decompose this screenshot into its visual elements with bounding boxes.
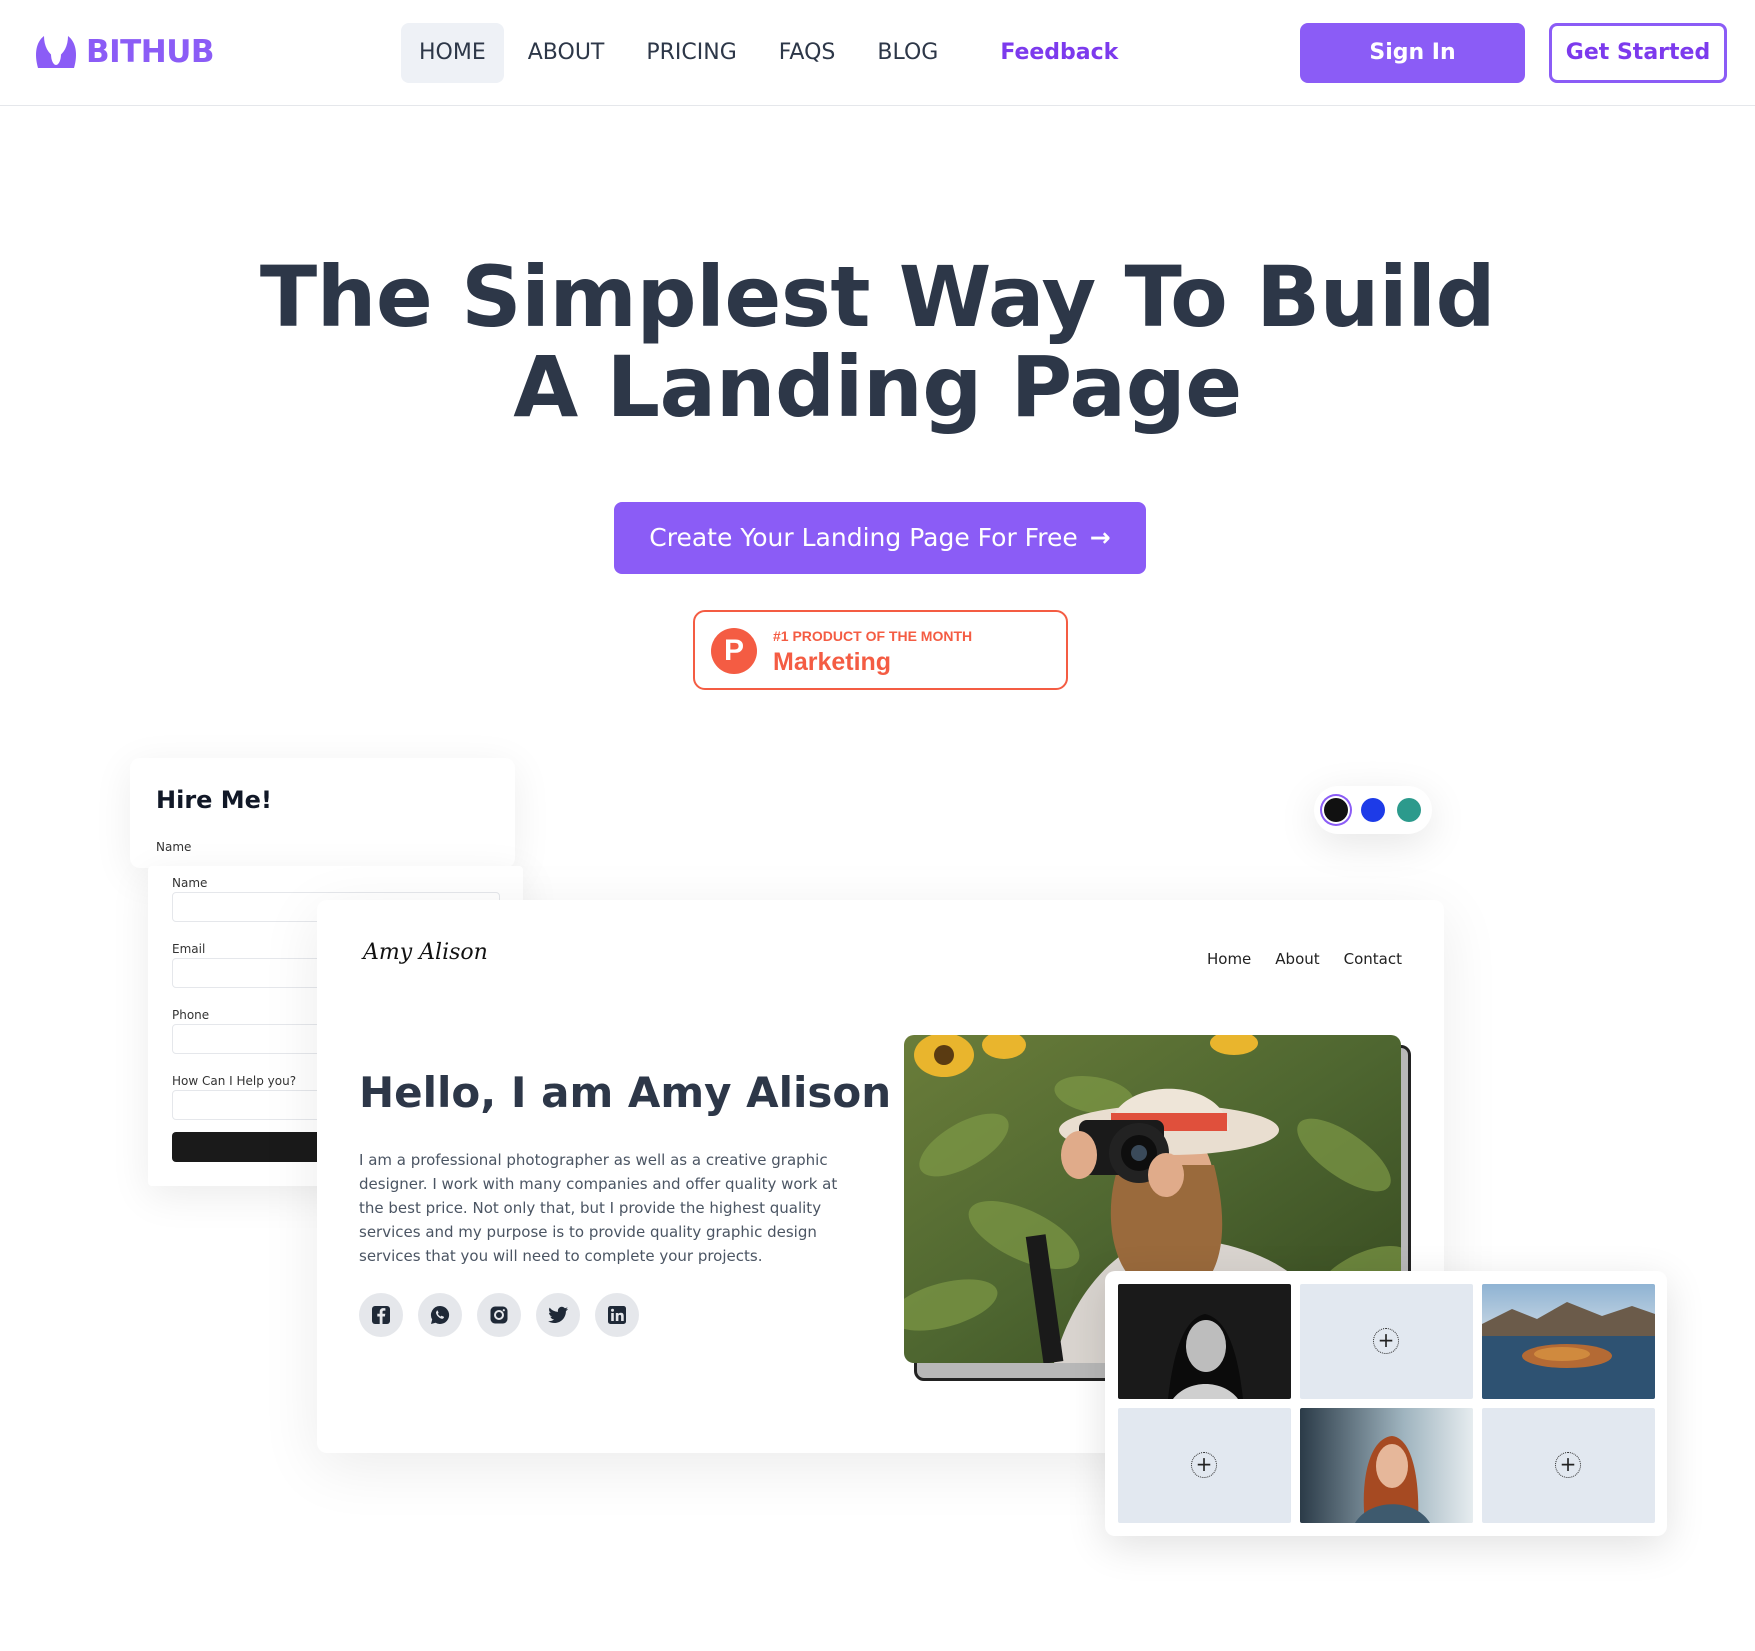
- nav-pricing[interactable]: PRICING: [628, 23, 754, 83]
- nav-blog[interactable]: BLOG: [859, 23, 956, 83]
- logo[interactable]: BITHUB: [32, 32, 215, 72]
- main-nav: HOME ABOUT PRICING FAQS BLOG Feedback: [401, 23, 1142, 83]
- product-hunt-icon: P: [711, 628, 757, 674]
- preview-description: I am a professional photographer as well…: [359, 1151, 838, 1265]
- preview-logo[interactable]: Amy Alison: [363, 940, 488, 965]
- hero-title-line-1: The Simplest Way To Build: [259, 248, 1496, 346]
- nav-feedback[interactable]: Feedback: [982, 23, 1136, 83]
- badge-title: Marketing: [773, 648, 892, 676]
- preview-nav-contact[interactable]: Contact: [1344, 950, 1402, 968]
- whatsapp-icon[interactable]: [418, 1293, 462, 1337]
- badge-subtitle: #1 PRODUCT OF THE MONTH: [773, 628, 973, 644]
- product-hunt-badge[interactable]: P #1 PRODUCT OF THE MONTH Marketing: [693, 610, 1068, 690]
- hire-me-title: Hire Me!: [156, 786, 272, 814]
- cta-label: Create Your Landing Page For Free: [649, 523, 1078, 552]
- social-links: [359, 1293, 654, 1337]
- site-header: BITHUB HOME ABOUT PRICING FAQS BLOG Feed…: [0, 0, 1755, 106]
- nav-home[interactable]: HOME: [401, 23, 504, 83]
- create-landing-page-button[interactable]: Create Your Landing Page For Free →: [614, 502, 1146, 574]
- hire-name-label-back: Name: [156, 840, 192, 854]
- arrow-right-icon: →: [1089, 523, 1111, 552]
- preview-heading: Hello, I am Amy Alison: [359, 1068, 892, 1117]
- gallery-photo-bw-portrait[interactable]: [1118, 1284, 1291, 1399]
- hero-title-line-2: A Landing Page: [513, 338, 1242, 436]
- add-image-icon[interactable]: +: [1555, 1452, 1581, 1478]
- swatch-blue[interactable]: [1361, 798, 1385, 822]
- gallery-empty-slot[interactable]: +: [1300, 1284, 1473, 1399]
- phone-label: Phone: [172, 1008, 210, 1022]
- nav-about[interactable]: ABOUT: [510, 23, 623, 83]
- gallery-photo-redhead-portrait[interactable]: [1300, 1408, 1473, 1523]
- swatch-black[interactable]: [1324, 798, 1348, 822]
- nav-faqs[interactable]: FAQS: [761, 23, 854, 83]
- facebook-icon[interactable]: [359, 1293, 403, 1337]
- color-swatches: [1314, 786, 1432, 834]
- gallery-empty-slot[interactable]: +: [1118, 1408, 1291, 1523]
- get-started-button[interactable]: Get Started: [1549, 23, 1727, 83]
- preview-nav: Home About Contact: [1183, 950, 1402, 968]
- email-label: Email: [172, 942, 206, 956]
- swatch-teal[interactable]: [1397, 798, 1421, 822]
- add-image-icon[interactable]: +: [1373, 1328, 1399, 1354]
- gallery-photo-lake[interactable]: [1482, 1284, 1655, 1399]
- instagram-icon[interactable]: [477, 1293, 521, 1337]
- preview-nav-about[interactable]: About: [1275, 950, 1319, 968]
- logo-text: BITHUB: [86, 34, 215, 70]
- gallery-empty-slot[interactable]: +: [1482, 1408, 1655, 1523]
- linkedin-icon[interactable]: [595, 1293, 639, 1337]
- help-label: How Can I Help you?: [172, 1074, 297, 1088]
- name-label: Name: [172, 876, 208, 890]
- bithub-logo-icon: [36, 36, 76, 68]
- hero-title: The Simplest Way To Build A Landing Page: [0, 252, 1755, 432]
- preview-nav-home[interactable]: Home: [1207, 950, 1251, 968]
- sign-in-button[interactable]: Sign In: [1300, 23, 1525, 83]
- add-image-icon[interactable]: +: [1191, 1452, 1217, 1478]
- gallery-card: + + +: [1105, 1271, 1667, 1536]
- hire-me-card: Hire Me! Name: [130, 758, 515, 868]
- twitter-icon[interactable]: [536, 1293, 580, 1337]
